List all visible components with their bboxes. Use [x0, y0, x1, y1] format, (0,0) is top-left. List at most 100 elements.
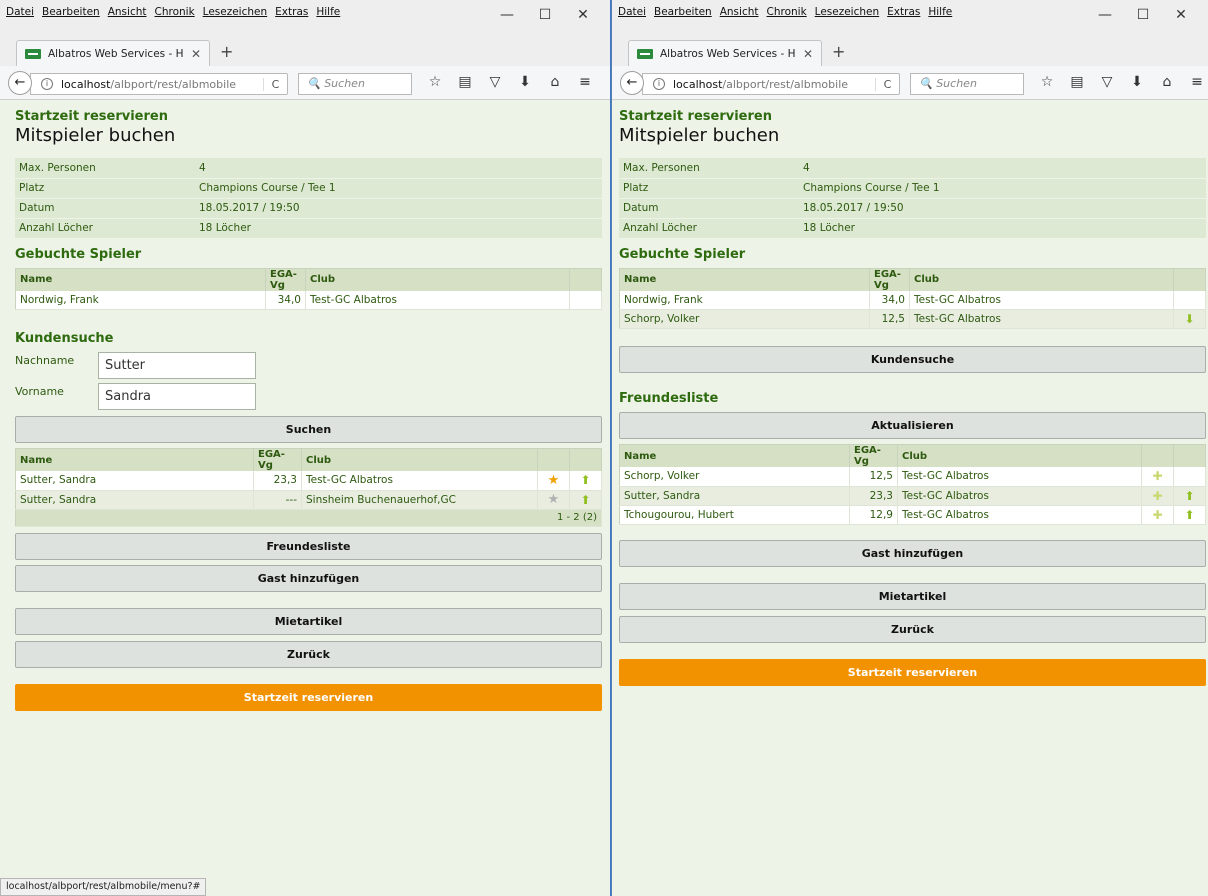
menu-lesezeichen[interactable]: Lesezeichen	[815, 6, 880, 18]
favicon-icon	[25, 48, 41, 59]
url-bar[interactable]: i localhost/albport/rest/albmobile C	[642, 73, 900, 95]
firstname-input[interactable]	[98, 383, 256, 410]
menu-ansicht[interactable]: Ansicht	[720, 6, 759, 18]
favorite-star-icon[interactable]: ★	[548, 492, 560, 507]
rental-button[interactable]: Mietartikel	[15, 607, 602, 635]
reserve-button[interactable]: Startzeit reservieren	[619, 658, 1206, 686]
menu-bearbeiten[interactable]: Bearbeiten	[654, 6, 712, 18]
favorite-star-icon[interactable]: ★	[548, 473, 560, 488]
table-row[interactable]: Tchougourou, Hubert 12,9 Test-GC Albatro…	[619, 505, 1206, 525]
add-guest-button[interactable]: Gast hinzufügen	[619, 539, 1206, 567]
menu-lesezeichen[interactable]: Lesezeichen	[203, 6, 268, 18]
close-window-icon[interactable]: ✕	[564, 4, 602, 26]
back-button[interactable]: Zurück	[619, 615, 1206, 643]
friend-action-icon[interactable]: ✚	[1152, 489, 1162, 503]
customer-search-button[interactable]: Kundensuche	[619, 346, 1206, 373]
tab-close-icon[interactable]: ✕	[191, 47, 201, 61]
table-row[interactable]: Schorp, Volker 12,5 Test-GC Albatros ⬇	[619, 309, 1206, 329]
url-bar[interactable]: i localhost/albport/rest/albmobile C	[30, 73, 288, 95]
new-tab-icon[interactable]: +	[832, 42, 845, 61]
back-icon[interactable]: ←	[620, 71, 644, 95]
download-icon[interactable]: ⬇	[1122, 74, 1152, 90]
reader-icon[interactable]: ▤	[1062, 74, 1092, 90]
table-row[interactable]: Sutter, Sandra 23,3 Test-GC Albatros ✚ ⬆	[619, 486, 1206, 506]
site-info-icon[interactable]: i	[41, 78, 53, 90]
maximize-icon[interactable]: ☐	[1124, 4, 1162, 26]
menu-chronik[interactable]: Chronik	[155, 6, 195, 18]
back-icon[interactable]: ←	[8, 71, 32, 95]
add-guest-button[interactable]: Gast hinzufügen	[15, 564, 602, 592]
tab-close-icon[interactable]: ✕	[803, 47, 813, 61]
search-button[interactable]: Suchen	[15, 416, 602, 443]
back-button[interactable]: Zurück	[15, 640, 602, 668]
pocket-icon[interactable]: ▽	[480, 74, 510, 90]
col-club: Club	[897, 444, 1142, 467]
browser-tab[interactable]: Albatros Web Services - Herz ✕	[16, 40, 210, 66]
reload-icon[interactable]: C	[263, 77, 287, 91]
booked-players-table: Name EGA-Vg Club Nordwig, Frank 34,0 Tes…	[619, 267, 1206, 329]
bookmark-icon[interactable]: ☆	[1032, 74, 1062, 90]
home-icon[interactable]: ⌂	[1152, 74, 1182, 90]
friend-action-icon[interactable]: ✚	[1152, 469, 1162, 483]
friend-club: Test-GC Albatros	[897, 505, 1142, 525]
menu-hilfe[interactable]: Hilfe	[928, 6, 952, 18]
search-icon: 🔍	[919, 77, 933, 90]
menu-extras[interactable]: Extras	[275, 6, 308, 18]
reserve-button[interactable]: Startzeit reservieren	[15, 683, 602, 711]
search-bar[interactable]: 🔍 Suchen	[298, 73, 412, 95]
search-results-table: Name EGA-Vg Club Sutter, Sandra 23,3 Tes…	[15, 448, 602, 527]
rental-button[interactable]: Mietartikel	[619, 582, 1206, 610]
url-path: /albport/rest/albmobile	[110, 77, 237, 91]
friend-action-icon[interactable]: ✚	[1152, 508, 1162, 522]
info-value: 18 Löcher	[799, 218, 1206, 239]
menu-datei[interactable]: Datei	[6, 6, 34, 18]
reload-icon[interactable]: C	[875, 77, 899, 91]
browser-tab[interactable]: Albatros Web Services - Herz ✕	[628, 40, 822, 66]
close-window-icon[interactable]: ✕	[1162, 4, 1200, 26]
menu-extras[interactable]: Extras	[887, 6, 920, 18]
menu-hilfe[interactable]: Hilfe	[316, 6, 340, 18]
col-club: Club	[301, 448, 538, 471]
menu-chronik[interactable]: Chronik	[767, 6, 807, 18]
lastname-label: Nachname	[15, 354, 75, 367]
reader-icon[interactable]: ▤	[450, 74, 480, 90]
bookmark-icon[interactable]: ☆	[420, 74, 450, 90]
friend-ega: 12,5	[849, 467, 898, 487]
table-row[interactable]: Sutter, Sandra --- Sinsheim Buchenauerho…	[15, 490, 602, 510]
search-bar[interactable]: 🔍 Suchen	[910, 73, 1024, 95]
pocket-icon[interactable]: ▽	[1092, 74, 1122, 90]
maximize-icon[interactable]: ☐	[526, 4, 564, 26]
minimize-icon[interactable]: —	[488, 4, 526, 26]
refresh-button[interactable]: Aktualisieren	[619, 412, 1206, 439]
menu-ansicht[interactable]: Ansicht	[108, 6, 147, 18]
table-row[interactable]: Nordwig, Frank 34,0 Test-GC Albatros	[619, 290, 1206, 310]
player-name: Nordwig, Frank	[15, 290, 266, 310]
hamburger-menu-icon[interactable]: ≡	[1182, 74, 1208, 90]
menu-datei[interactable]: Datei	[618, 6, 646, 18]
table-row[interactable]: Sutter, Sandra 23,3 Test-GC Albatros ★ ⬆	[15, 471, 602, 491]
lastname-input[interactable]	[98, 352, 256, 379]
col-ega: EGA-Vg	[265, 268, 306, 291]
remove-player-arrow-icon[interactable]: ⬇	[1184, 312, 1194, 326]
friend-club: Test-GC Albatros	[897, 486, 1142, 506]
site-info-icon[interactable]: i	[653, 78, 665, 90]
menu-bearbeiten[interactable]: Bearbeiten	[42, 6, 100, 18]
info-value: Champions Course / Tee 1	[195, 178, 602, 199]
hamburger-menu-icon[interactable]: ≡	[570, 74, 600, 90]
download-icon[interactable]: ⬇	[510, 74, 540, 90]
new-tab-icon[interactable]: +	[220, 42, 233, 61]
url-host: localhost	[61, 77, 111, 91]
add-player-arrow-icon[interactable]: ⬆	[580, 473, 590, 487]
url-host: localhost	[673, 77, 723, 91]
home-icon[interactable]: ⌂	[540, 74, 570, 90]
search-placeholder: Suchen	[936, 77, 977, 90]
friend-name: Sutter, Sandra	[619, 486, 850, 506]
minimize-icon[interactable]: —	[1086, 4, 1124, 26]
info-value: 18.05.2017 / 19:50	[195, 198, 602, 219]
table-row[interactable]: Schorp, Volker 12,5 Test-GC Albatros ✚	[619, 467, 1206, 487]
add-player-arrow-icon[interactable]: ⬆	[580, 493, 590, 507]
add-player-arrow-icon[interactable]: ⬆	[1184, 489, 1194, 503]
add-player-arrow-icon[interactable]: ⬆	[1184, 508, 1194, 522]
friends-list-button[interactable]: Freundesliste	[15, 532, 602, 560]
table-row[interactable]: Nordwig, Frank 34,0 Test-GC Albatros	[15, 290, 602, 310]
